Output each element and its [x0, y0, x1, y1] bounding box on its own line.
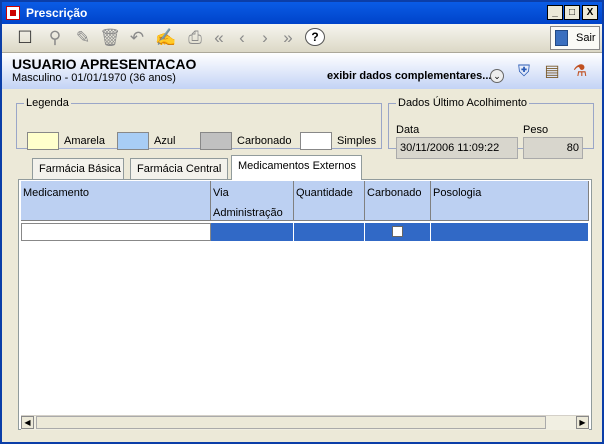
acolhimento-title: Dados Último Acolhimento — [398, 97, 528, 109]
medicamento-cell[interactable] — [21, 223, 211, 241]
first-record-icon[interactable]: « — [208, 27, 230, 49]
tab-farmacia-central[interactable]: Farmácia Central — [130, 158, 228, 180]
azul-label: Azul — [154, 135, 176, 147]
quantidade-cell[interactable] — [294, 223, 365, 241]
patient-name: USUARIO APRESENTACAO — [12, 56, 197, 72]
new-icon[interactable]: ☐ — [14, 27, 36, 49]
sair-label: Sair — [576, 32, 596, 44]
horizontal-scrollbar[interactable]: ◀ ▶ — [21, 415, 589, 430]
carbonado-cell[interactable] — [365, 223, 431, 241]
undo-icon[interactable]: ↶ — [126, 27, 148, 49]
data-label: Data — [396, 124, 420, 136]
posologia-cell[interactable] — [431, 223, 589, 241]
shield-user-icon[interactable]: ⛨ — [514, 61, 534, 83]
exit-door-icon — [555, 30, 568, 46]
title-bar: Prescrição _ □ X — [2, 2, 602, 24]
scroll-right-icon[interactable]: ▶ — [576, 416, 589, 429]
simples-label: Simples — [337, 135, 377, 147]
window-title: Prescrição — [26, 6, 88, 20]
prescricao-window: Prescrição _ □ X ☐ ⚲ ✎ 🗑 ↶ ✍ ⎙ « ‹ › » ?… — [0, 0, 604, 444]
previous-record-icon[interactable]: ‹ — [231, 27, 253, 49]
edit-document-icon[interactable]: ✍ — [155, 27, 177, 49]
trash-icon[interactable]: 🗑 — [99, 27, 121, 49]
peso-label: Peso — [523, 124, 549, 136]
table-row[interactable] — [21, 223, 589, 241]
via-administracao-cell[interactable] — [211, 223, 294, 241]
grid-header: Medicamento Via Administração Quantidade… — [21, 181, 589, 221]
tab-medicamentos-externos[interactable]: Medicamentos Externos — [231, 155, 362, 180]
tab-strip: Farmácia Básica Farmácia Central Medicam… — [18, 155, 598, 180]
close-button[interactable]: X — [582, 5, 598, 20]
amarela-label: Amarela — [64, 135, 105, 147]
help-button[interactable]: ? — [305, 28, 325, 46]
legenda-group: Legenda Amarela Azul Carbonado Simples — [16, 97, 382, 150]
azul-swatch — [117, 132, 149, 150]
legenda-title: Legenda — [26, 97, 69, 109]
tab-farmacia-basica[interactable]: Farmácia Básica — [32, 158, 124, 180]
id-card-icon[interactable]: ▤ — [542, 61, 562, 83]
col-quantidade[interactable]: Quantidade — [294, 181, 365, 221]
patient-header: USUARIO APRESENTACAO Masculino - 01/01/1… — [2, 53, 602, 89]
more-data-link[interactable]: exibir dados complementares... — [327, 70, 491, 82]
last-record-icon[interactable]: » — [277, 27, 299, 49]
scroll-left-icon[interactable]: ◀ — [21, 416, 34, 429]
carbonado-swatch — [200, 132, 232, 150]
simples-swatch — [300, 132, 332, 150]
acolhimento-group: Dados Último Acolhimento Data 30/11/2006… — [388, 97, 594, 159]
carbonado-checkbox[interactable] — [392, 226, 403, 237]
minimize-button[interactable]: _ — [547, 5, 563, 20]
col-carbonado[interactable]: Carbonado — [365, 181, 431, 221]
col-posologia[interactable]: Posologia — [431, 181, 589, 221]
col-via-administracao[interactable]: Via Administração — [211, 181, 294, 221]
amarela-swatch — [27, 132, 59, 150]
eraser-icon[interactable]: ✎ — [72, 27, 94, 49]
toolbar: ☐ ⚲ ✎ 🗑 ↶ ✍ ⎙ « ‹ › » ? Sair — [2, 24, 602, 53]
patient-info: Masculino - 01/01/1970 (36 anos) — [12, 72, 176, 84]
chevron-down-icon[interactable]: ⌄ — [490, 69, 504, 83]
scroll-thumb[interactable] — [36, 416, 546, 429]
next-record-icon[interactable]: › — [254, 27, 276, 49]
col-medicamento[interactable]: Medicamento — [21, 181, 211, 221]
sair-button[interactable]: Sair — [550, 26, 600, 50]
carbonado-label: Carbonado — [237, 135, 292, 147]
medicamentos-externos-pane: Medicamento Via Administração Quantidade… — [18, 179, 592, 430]
maximize-button[interactable]: □ — [564, 5, 580, 20]
medicine-bottle-icon[interactable]: ⚗ — [570, 61, 590, 83]
print-icon[interactable]: ⎙ — [184, 27, 206, 49]
binoculars-icon[interactable]: ⚲ — [44, 27, 66, 49]
app-icon — [6, 6, 20, 20]
